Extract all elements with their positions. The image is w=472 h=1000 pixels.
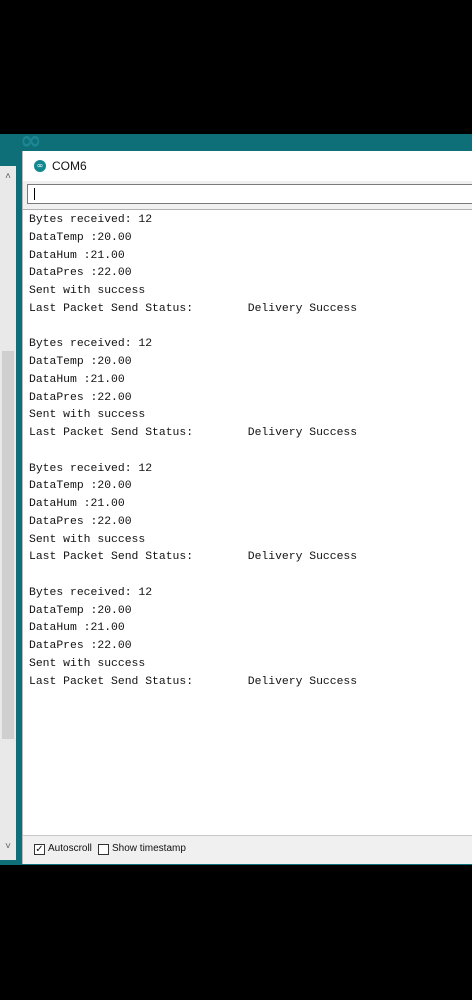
timestamp-label[interactable]: Show timestamp bbox=[112, 843, 186, 854]
output-line: DataHum :21.00 bbox=[29, 622, 125, 635]
output-line: Last Packet Send Status: Delivery Succes… bbox=[29, 551, 358, 564]
background-logo-text: ∞ bbox=[20, 134, 44, 150]
output-line: DataHum :21.00 bbox=[29, 249, 125, 262]
output-line: Last Packet Send Status: Delivery Succes… bbox=[29, 302, 358, 315]
output-line: Sent with success bbox=[29, 285, 146, 297]
output-line: Sent with success bbox=[29, 409, 146, 422]
serial-output-area[interactable]: Bytes received: 12 DataTemp :20.00 DataH… bbox=[23, 209, 472, 835]
editor-header-band: ∞ bbox=[0, 134, 472, 150]
output-line: DataHum :21.00 bbox=[29, 373, 125, 386]
serial-output-text: Bytes received: 12 DataTemp :20.00 DataH… bbox=[29, 212, 357, 691]
output-line: DataTemp :20.00 bbox=[29, 480, 132, 493]
output-line: DataPres :22.00 bbox=[29, 515, 132, 528]
window-title: COM6 bbox=[52, 159, 87, 173]
send-row bbox=[23, 181, 472, 209]
output-line: DataTemp :20.00 bbox=[29, 231, 132, 244]
send-input[interactable] bbox=[27, 184, 472, 204]
autoscroll-checkbox[interactable]: ✓ bbox=[34, 844, 45, 855]
text-caret bbox=[34, 188, 35, 200]
autoscroll-label[interactable]: Autoscroll bbox=[48, 843, 92, 854]
arduino-infinity-icon: ∞ bbox=[34, 160, 46, 172]
output-line: DataTemp :20.00 bbox=[29, 604, 132, 617]
output-line: Last Packet Send Status: Delivery Succes… bbox=[29, 675, 358, 688]
output-line: Bytes received: 12 bbox=[29, 462, 153, 475]
output-line: Sent with success bbox=[29, 657, 146, 670]
timestamp-checkbox[interactable] bbox=[98, 844, 109, 855]
output-line: Sent with success bbox=[29, 533, 146, 546]
output-line: Bytes received: 12 bbox=[29, 586, 153, 599]
output-line: DataHum :21.00 bbox=[29, 498, 125, 510]
output-line: DataPres :22.00 bbox=[29, 640, 132, 652]
output-line: Bytes received: 12 bbox=[29, 338, 153, 351]
output-line: Bytes received: 12 bbox=[29, 214, 153, 226]
serial-monitor-window: ∞ COM6 Bytes received: 12 DataTemp :20.0… bbox=[22, 151, 472, 864]
scrollbar-thumb[interactable] bbox=[2, 351, 14, 739]
output-line: Last Packet Send Status: Delivery Succes… bbox=[29, 427, 358, 439]
chevron-down-icon[interactable]: ˅ bbox=[0, 838, 16, 856]
output-line: DataTemp :20.00 bbox=[29, 356, 132, 368]
output-line: DataPres :22.00 bbox=[29, 391, 132, 404]
screen-bottom-margin bbox=[0, 865, 472, 1000]
chevron-up-icon[interactable]: ˄ bbox=[0, 168, 16, 186]
editor-scrollbar[interactable]: ˄ ˅ bbox=[0, 166, 16, 860]
options-bar: ✓ Autoscroll Show timestamp bbox=[23, 835, 472, 864]
output-line: DataPres :22.00 bbox=[29, 267, 132, 280]
title-bar: ∞ COM6 bbox=[23, 151, 472, 181]
